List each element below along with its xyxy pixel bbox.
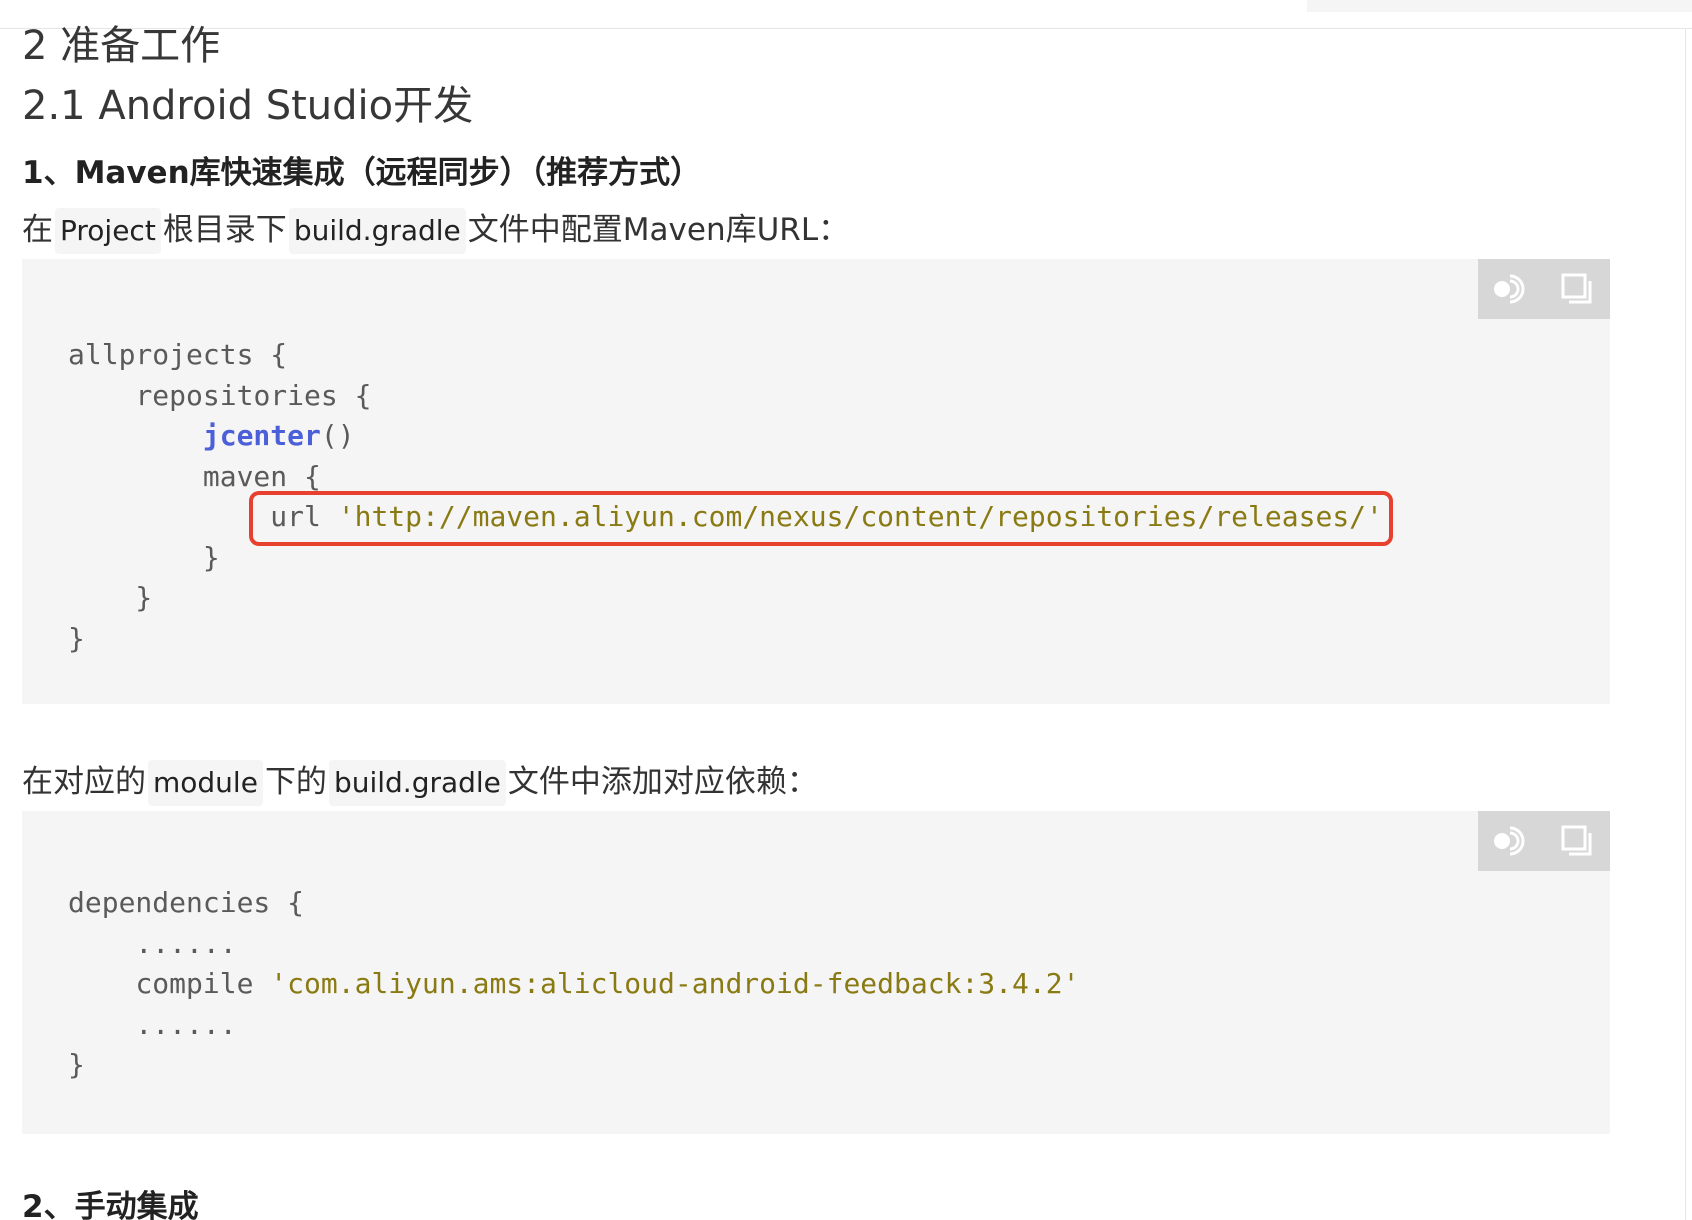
code-line: maven { [202, 459, 321, 493]
code-line: } [68, 621, 85, 655]
code-toolbar [1478, 811, 1610, 871]
code-line: repositories { [135, 378, 372, 412]
top-bar [0, 0, 1692, 29]
heading-android-studio: 2.1 Android Studio开发 [22, 83, 474, 129]
paragraph-text: 文件中添加对应依赖： [507, 764, 818, 800]
code-line: } [68, 581, 153, 614]
code-line: } [68, 1048, 85, 1081]
heading-maven-integration: 1、Maven库快速集成（远程同步）（推荐方式） [22, 155, 702, 191]
copy-icon[interactable] [1555, 819, 1599, 863]
inline-code-build-gradle: build.gradle [328, 760, 506, 806]
inline-code-project: Project [55, 208, 161, 254]
theme-toggle-icon[interactable] [1489, 819, 1533, 863]
inline-code-build-gradle: build.gradle [288, 208, 466, 254]
doc-page: 2 准备工作 2.1 Android Studio开发 1、Maven库快速集成… [0, 0, 1692, 1220]
code-line: ...... [68, 1007, 237, 1041]
code-block-dependencies: dependencies { ...... compile 'com.aliyu… [22, 811, 1610, 1134]
paragraph-dependency: 在对应的 module 下的 build.gradle 文件中添加对应依赖： [22, 758, 818, 806]
top-bar-search-area[interactable] [1307, 0, 1692, 12]
code-line: } [68, 540, 220, 574]
paragraph-text: 下的 [264, 764, 327, 800]
heading-manual-integration: 2、手动集成 [22, 1189, 199, 1220]
paragraph-text: 文件中配置Maven库URL： [467, 212, 850, 248]
code-string-dependency: 'com.aliyun.ams:alicloud-android-feedbac… [270, 967, 1080, 1000]
paragraph-text: 根目录下 [162, 212, 287, 248]
code-line: dependencies { [68, 886, 305, 919]
code-text: () [320, 419, 355, 452]
code-block-allprojects: allprojects { repositories { jcenter() m… [22, 259, 1610, 704]
inline-code-module: module [148, 760, 263, 806]
theme-toggle-icon[interactable] [1489, 267, 1533, 311]
code-line: ...... [68, 926, 237, 960]
paragraph-maven-url: 在 Project 根目录下 build.gradle 文件中配置Maven库URL： [22, 206, 849, 254]
paragraph-text: 在对应的 [22, 764, 146, 800]
code-keyword-jcenter: jcenter [202, 419, 321, 452]
copy-icon[interactable] [1555, 267, 1599, 311]
code-dependencies: dependencies { ...... compile 'com.aliyu… [68, 883, 1079, 1086]
code-line: allprojects { [68, 338, 288, 371]
code-text-url: url [270, 500, 338, 533]
code-allprojects: allprojects { repositories { jcenter() m… [68, 335, 1383, 659]
code-text-compile: compile [135, 967, 271, 1000]
heading-preparation: 2 准备工作 [22, 23, 221, 69]
code-toolbar [1478, 259, 1610, 319]
code-string-maven-url: 'http://maven.aliyun.com/nexus/content/r… [337, 500, 1383, 533]
scrollbar-track[interactable] [1685, 28, 1686, 1220]
paragraph-text: 在 [22, 212, 53, 248]
